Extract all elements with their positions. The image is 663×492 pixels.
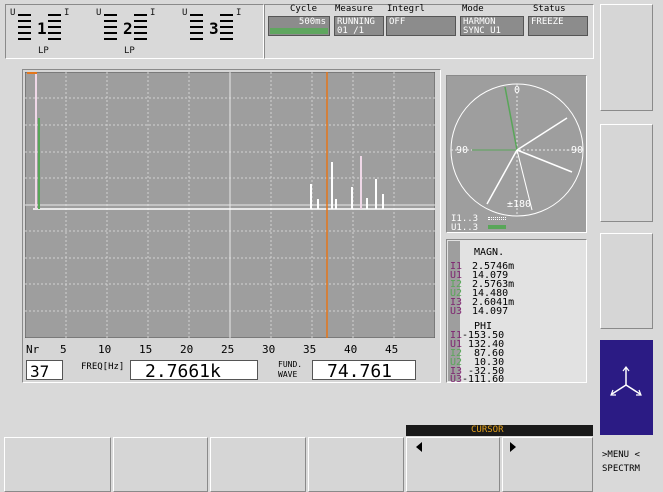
x-tick-25: 25 xyxy=(221,343,235,356)
channel-1-i-letter: I xyxy=(64,8,70,18)
menu-spectrum-button[interactable]: >MENU < SPECTRM xyxy=(597,437,663,492)
channel-1-u-letter: U xyxy=(10,8,16,18)
channel-2-i-letter: I xyxy=(150,8,156,18)
x-tick-15: 15 xyxy=(139,343,153,356)
magnitude-title: MAGN. xyxy=(474,247,505,258)
status-value: FREEZE xyxy=(531,17,564,27)
channel-2-indicator: U 2 I LP xyxy=(96,6,176,56)
mode-label: Mode xyxy=(462,4,484,14)
phasor-label-90: 90 xyxy=(456,145,469,156)
side-softkey-1[interactable] xyxy=(600,4,653,111)
measure-sub: 01 /1 xyxy=(337,26,365,36)
bottom-softkey-4[interactable] xyxy=(308,437,404,492)
fund-value-box: 74.761 xyxy=(312,360,416,382)
menu-line-1: >MENU < xyxy=(602,450,640,460)
cycle-progress-bar xyxy=(270,28,328,34)
bottom-softkey-1[interactable] xyxy=(4,437,111,492)
harmonic-number-box[interactable]: 37 xyxy=(26,360,63,381)
cycle-value: 500ms xyxy=(298,17,326,27)
fund-wave-label-1: FUND. xyxy=(278,360,303,369)
measure-box: RUNNING 01 /1 xyxy=(334,16,384,36)
arrow-right-icon xyxy=(510,442,516,452)
three-phase-star-icon xyxy=(610,366,642,396)
channel-1-indicator: U 1 I LP xyxy=(10,6,90,56)
x-tick-20: 20 xyxy=(180,343,194,356)
side-softkey-2[interactable] xyxy=(600,124,653,222)
harmonic-number-value: 37 xyxy=(30,362,50,381)
mode-box: HARMON SYNC U1 xyxy=(460,16,524,36)
integrl-value: OFF xyxy=(389,17,406,27)
magn-u3-value: 14.097 xyxy=(472,306,509,317)
channel-2-u-letter: U xyxy=(96,8,102,18)
channel-2-lp: LP xyxy=(124,46,135,56)
x-tick-35: 35 xyxy=(303,343,317,356)
cursor-left-button[interactable] xyxy=(406,437,500,492)
arrow-left-icon xyxy=(416,442,422,452)
integrl-box: OFF xyxy=(386,16,456,36)
fund-wave-label-2: WAVE xyxy=(278,370,298,379)
phasor-label-180: ±180 xyxy=(507,199,532,210)
channel-1-lp: LP xyxy=(38,46,49,56)
channel-3-i-bars xyxy=(220,14,234,44)
phasor-label-minus-90: -90 xyxy=(565,145,584,156)
cycle-label: Cycle xyxy=(290,4,318,14)
integrl-label: Integrl xyxy=(387,4,425,14)
cursor-right-button[interactable] xyxy=(502,437,593,492)
spectrum-plot[interactable] xyxy=(25,72,435,338)
x-tick-45: 45 xyxy=(385,343,399,356)
x-tick-10: 10 xyxy=(98,343,112,356)
magn-u3-label: U3 xyxy=(450,306,463,317)
fund-value: 74.761 xyxy=(327,361,393,382)
freq-value: 2.7661k xyxy=(145,361,221,382)
channel-2-number: 2 xyxy=(123,19,133,38)
freq-label: FREQ[Hz] xyxy=(81,362,125,372)
side-softkey-3[interactable] xyxy=(600,233,653,329)
channel-3-indicator: U 3 I xyxy=(182,6,262,54)
phasor-label-0: 0 xyxy=(514,85,521,96)
channel-2-u-bars xyxy=(104,14,118,44)
status-box: FREEZE xyxy=(528,16,588,36)
channel-3-i-letter: I xyxy=(236,8,242,18)
cursor-label: CURSOR xyxy=(471,425,504,435)
bottom-softkey-3[interactable] xyxy=(210,437,306,492)
phasor-legend-u-swatch xyxy=(488,225,506,229)
x-axis-prefix: Nr xyxy=(26,343,40,356)
freq-value-box: 2.7661k xyxy=(130,360,258,382)
range-marker xyxy=(27,72,37,74)
cycle-box: 500ms xyxy=(268,16,330,36)
channel-3-u-bars xyxy=(190,14,204,44)
x-tick-40: 40 xyxy=(344,343,358,356)
measure-label: Measure xyxy=(335,4,373,14)
bottom-softkey-2[interactable] xyxy=(113,437,208,492)
channel-2-i-bars xyxy=(134,14,148,44)
mode-sub: SYNC U1 xyxy=(463,26,501,36)
cursor-title-bar: CURSOR xyxy=(406,425,593,436)
phi-u3-label: U3 xyxy=(450,374,463,385)
x-tick-5: 5 xyxy=(60,343,67,356)
channel-3-number: 3 xyxy=(209,19,219,38)
channel-1-i-bars xyxy=(48,14,62,44)
menu-line-2: SPECTRM xyxy=(602,464,640,474)
channel-1-number: 1 xyxy=(37,19,47,38)
status-label: Status xyxy=(533,4,566,14)
phasor-legend-i-swatch xyxy=(488,217,506,220)
x-tick-30: 30 xyxy=(262,343,276,356)
channel-3-u-letter: U xyxy=(182,8,188,18)
phasor-legend-u: U1..3 xyxy=(451,223,479,233)
side-softkey-navigation[interactable] xyxy=(600,340,653,435)
channel-1-u-bars xyxy=(18,14,32,44)
phi-u3-value: -111.60 xyxy=(462,374,505,385)
values-panel xyxy=(446,239,587,383)
